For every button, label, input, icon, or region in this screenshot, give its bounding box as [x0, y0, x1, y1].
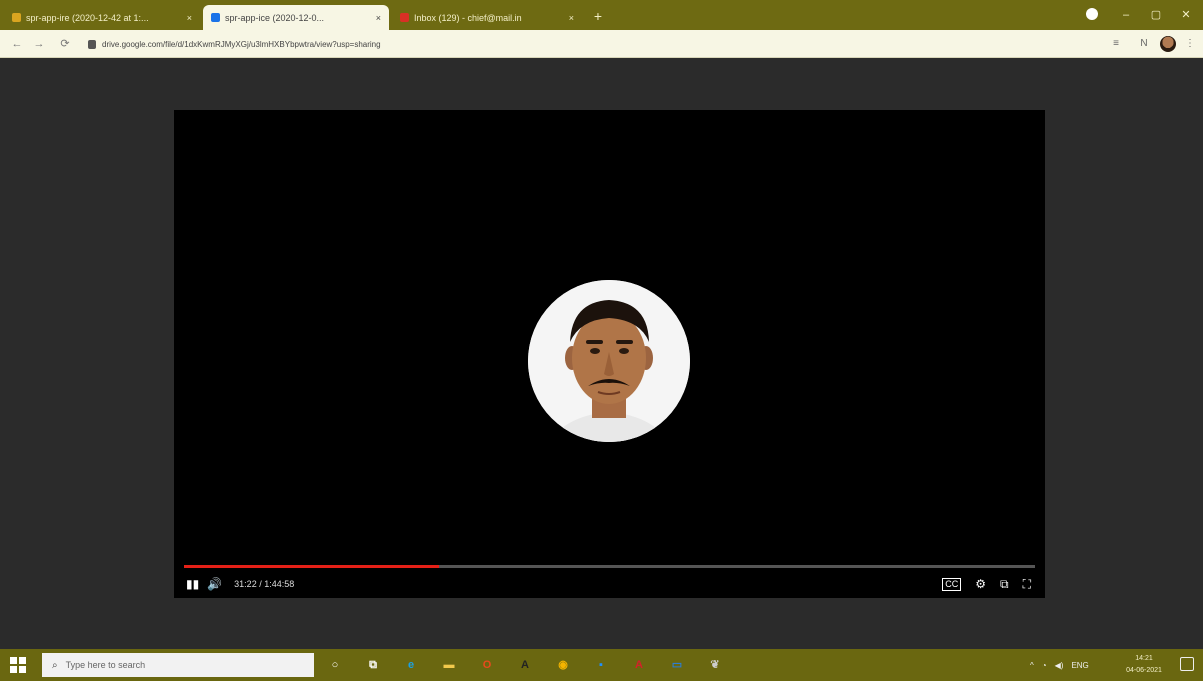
back-button[interactable]: ← [8, 35, 26, 53]
video-time-display: 31:22 / 1:44:58 [234, 579, 295, 589]
tab-inbox[interactable]: Inbox (129) - chief@mail.in × [392, 5, 582, 30]
close-window-button[interactable]: ✕ [1174, 6, 1198, 24]
tab-favicon-icon [12, 13, 21, 22]
volume-icon[interactable]: 🔊 [207, 573, 222, 595]
system-tray: ^ ◔ ◀) ENG [1030, 649, 1089, 681]
video-player[interactable]: ▮▮ 🔊 31:22 / 1:44:58 CC ⚙ ⧉ ⛶ [174, 110, 1045, 598]
gmail-favicon-icon [400, 13, 409, 22]
tab-title: spr-app-ice (2020-12-0... [225, 12, 325, 23]
tab-close-icon[interactable]: × [372, 13, 381, 23]
browser-profile-icon[interactable] [1086, 8, 1098, 20]
file-explorer-icon[interactable]: ▬ [438, 654, 460, 676]
minimize-button[interactable]: – [1114, 6, 1138, 24]
input-language[interactable]: ENG [1071, 661, 1088, 670]
pause-button[interactable]: ▮▮ [186, 573, 199, 595]
network-icon[interactable]: ◔ [1042, 661, 1047, 670]
reload-button[interactable]: ⟳ [56, 35, 74, 53]
notification-center-icon[interactable] [1180, 657, 1194, 671]
url-text: drive.google.com/file/d/1dxKwmRJMyXGj/u3… [102, 39, 381, 49]
app-window-icon[interactable]: ▭ [666, 654, 688, 676]
tab-spr-app-ire[interactable]: spr-app-ire (2020-12-42 at 1:... × [4, 5, 200, 30]
speaker-portrait [528, 280, 690, 442]
maximize-button[interactable]: ▢ [1144, 6, 1168, 24]
drive-video-viewer: ▮▮ 🔊 31:22 / 1:44:58 CC ⚙ ⧉ ⛶ [0, 58, 1203, 649]
player-controls-right: CC ⚙ ⧉ ⛶ [942, 573, 1031, 595]
lock-icon [88, 39, 96, 49]
tab-close-icon[interactable]: × [183, 13, 192, 23]
captions-icon[interactable]: CC [942, 577, 962, 591]
new-tab-button[interactable]: + [590, 8, 606, 24]
tab-title: Inbox (129) - chief@mail.in [414, 12, 522, 23]
clock-time: 14:21 [1135, 655, 1153, 662]
acrobat-icon[interactable]: A [628, 654, 650, 676]
clock-date: 04-06-2021 [1126, 667, 1162, 674]
search-icon: ⌕ [52, 659, 58, 671]
app-a-icon[interactable]: A [514, 654, 536, 676]
fullscreen-icon[interactable]: ⛶ [1023, 573, 1031, 595]
browser-toolbar: ← → ⟳ drive.google.com/file/d/1dxKwmRJMy… [0, 30, 1203, 58]
drive-favicon-icon [211, 13, 220, 22]
taskbar-search-box[interactable]: ⌕ Type here to search [42, 653, 314, 677]
tray-chevron-icon[interactable]: ^ [1030, 661, 1034, 670]
video-progress-fill [184, 565, 440, 568]
tab-close-icon[interactable]: × [565, 13, 574, 23]
forward-button[interactable]: → [30, 35, 48, 53]
windows-start-icon[interactable] [10, 657, 26, 673]
cortana-icon[interactable]: ○ [324, 654, 346, 676]
app-leaf-icon[interactable]: ❦ [704, 654, 726, 676]
edge-icon[interactable]: e [400, 654, 422, 676]
tab-spr-app-ice-active[interactable]: spr-app-ice (2020-12-0... × [203, 5, 389, 30]
video-progress-bar[interactable] [184, 565, 1035, 568]
chrome-icon[interactable]: ◉ [552, 654, 574, 676]
taskbar-clock[interactable]: 14:21 04-06-2021 [1124, 653, 1164, 677]
browser-tab-strip: spr-app-ire (2020-12-42 at 1:... × spr-a… [0, 0, 1203, 30]
menu-kebab-icon[interactable]: ⋮ [1182, 36, 1198, 52]
office-icon[interactable]: O [476, 654, 498, 676]
player-controls-left: ▮▮ 🔊 31:22 / 1:44:58 [186, 573, 294, 595]
search-placeholder: Type here to search [65, 660, 146, 670]
task-view-icon[interactable]: ⧉ [362, 654, 384, 676]
windows-taskbar: ⌕ Type here to search ○ ⧉ e ▬ O A ◉ ▪ A ▭ ❦ ^ ◔ ◀)… [0, 649, 1203, 681]
speaker-icon[interactable]: ◀) [1055, 661, 1064, 670]
profile-avatar[interactable] [1160, 36, 1176, 52]
extensions-icon[interactable]: ≡ [1108, 36, 1124, 52]
app-blue-icon[interactable]: ▪ [590, 654, 612, 676]
extension-n-icon[interactable]: N [1136, 36, 1152, 52]
settings-gear-icon[interactable]: ⚙ [975, 573, 986, 595]
tab-title: spr-app-ire (2020-12-42 at 1:... [26, 12, 149, 23]
address-bar[interactable]: drive.google.com/file/d/1dxKwmRJMyXGj/u3… [88, 35, 1088, 53]
miniplayer-icon[interactable]: ⧉ [1000, 573, 1009, 595]
